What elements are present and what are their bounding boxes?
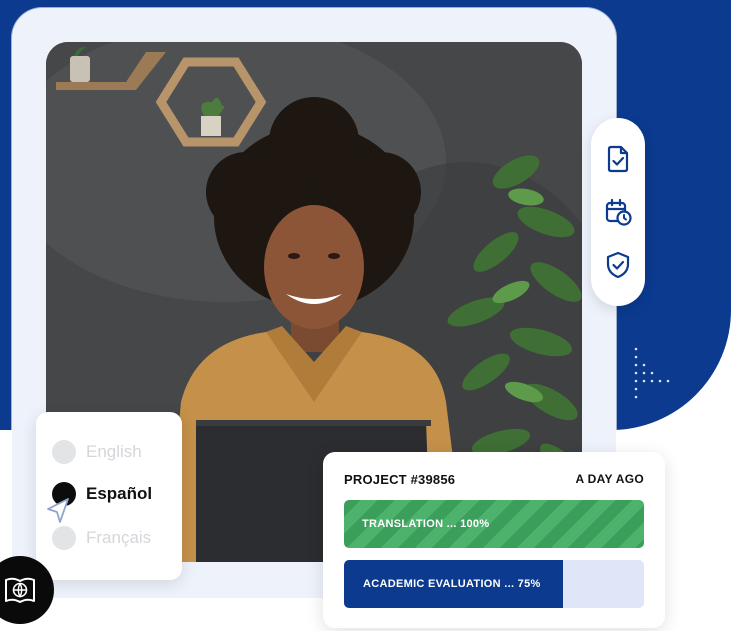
cursor-arrow-icon — [47, 498, 69, 523]
shield-check-icon — [606, 252, 630, 279]
progress-label: ACADEMIC EVALUATION ... 75% — [363, 578, 541, 590]
calendar-clock-icon — [605, 198, 632, 226]
feature-icon-rail — [591, 118, 645, 306]
academic-evaluation-progress-bar: ACADEMIC EVALUATION ... 75% — [344, 560, 644, 608]
language-label: Français — [86, 528, 152, 547]
progress-label: TRANSLATION ... 100% — [362, 518, 490, 530]
language-option-francais[interactable]: Français — [52, 526, 151, 550]
radio-indicator — [52, 526, 76, 550]
project-id: PROJECT #39856 — [344, 472, 456, 487]
book-globe-icon — [5, 577, 35, 603]
language-option-english[interactable]: English — [52, 440, 142, 464]
project-timestamp: A DAY AGO — [575, 472, 644, 486]
language-label: Español — [86, 484, 153, 503]
language-selector: English Español Français — [36, 412, 182, 580]
project-status-card: PROJECT #39856 A DAY AGO TRANSLATION ...… — [323, 452, 665, 628]
dot-pattern — [634, 347, 670, 399]
translation-progress-bar: TRANSLATION ... 100% — [344, 500, 644, 548]
radio-indicator — [52, 440, 76, 464]
language-label: English — [86, 442, 142, 461]
document-check-icon — [607, 145, 629, 172]
